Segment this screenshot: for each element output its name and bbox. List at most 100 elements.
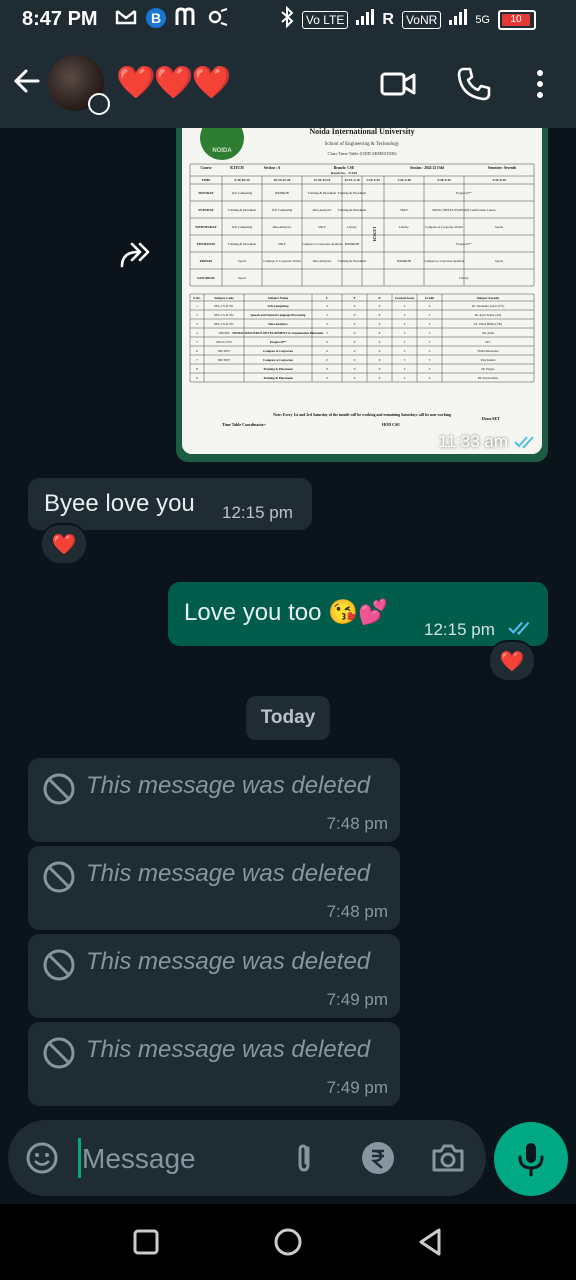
timetable-image[interactable]: NOIDA Noida International University Sch… [182, 128, 542, 454]
message-time: 7:49 pm [326, 1078, 388, 1097]
deleted-message[interactable]: This message was deleted 7:48 pm [28, 758, 400, 842]
contact-name[interactable]: ❤️❤️❤️ [116, 64, 232, 100]
mic-button[interactable] [494, 1122, 568, 1196]
image-message[interactable]: NOIDA Noida International University Sch… [176, 128, 548, 462]
document-text: 3:35-4:30 [492, 178, 506, 182]
document-text: Sports [495, 259, 504, 263]
emoji-icon[interactable] [24, 1140, 60, 1176]
document-text: TUESDAY [198, 208, 214, 212]
document-text: Soft Computing [267, 304, 289, 308]
document-text: MONDAY [198, 191, 214, 195]
back-icon[interactable] [414, 1226, 446, 1258]
svg-text:Note: Every 1st and 3rd Saturd: Note: Every 1st and 3rd Saturday of the … [273, 413, 451, 417]
message-time: 7:48 pm [326, 902, 388, 921]
document-text: Training & Placement [338, 259, 366, 263]
b-icon: B [145, 7, 167, 35]
document-text: HUMAN RESOURCE DEVELOPMENT & Organizatio… [232, 331, 324, 335]
document-text: Library [399, 225, 409, 229]
battery-icon: 10 [498, 9, 536, 30]
document-text: Compass to Corporate [263, 358, 294, 362]
recents-icon[interactable] [130, 1226, 162, 1258]
message-text: Love you too 😘💕 [184, 599, 388, 626]
deleted-text: This message was deleted [86, 772, 371, 799]
document-text: Mr Pragya [481, 367, 495, 371]
status-time: 8:47 PM [22, 8, 98, 30]
document-text: SATURDAY [197, 276, 216, 280]
document-text: PROJ-CS70 [216, 340, 232, 344]
status-clock-icon [88, 93, 110, 115]
heart-reaction: ❤️ [51, 533, 77, 556]
read-ticks-icon [508, 621, 530, 635]
document-text: SF1 [486, 340, 491, 344]
document-text: Soft Computing [232, 191, 253, 195]
message-time: 11:33 am [438, 432, 508, 451]
document-text: Sports [238, 259, 247, 263]
document-text: Sports [495, 225, 504, 229]
document-text: Dr. Vimal Bibhu (VB) [474, 322, 502, 326]
deleted-message[interactable]: This message was deleted 7:49 pm [28, 934, 400, 1018]
message-time: 7:49 pm [326, 990, 388, 1009]
deleted-message[interactable]: This message was deleted 7:48 pm [28, 846, 400, 930]
document-text: THURSDAY [197, 242, 216, 246]
reaction-badge[interactable]: ❤️ [488, 640, 536, 682]
bluetooth-icon [280, 5, 294, 33]
document-text: Training & Placement [228, 208, 256, 212]
deleted-icon [43, 861, 75, 893]
document-text: Training & Placement [338, 191, 366, 195]
m-icon [175, 7, 199, 35]
document-text: 12:15-1:10 [344, 178, 360, 182]
attach-icon[interactable] [286, 1140, 322, 1176]
document-text: Speech and Natural Language Processing [251, 313, 306, 317]
date-chip: Today [246, 696, 330, 740]
document-text: Room No. - N-105 [331, 171, 357, 175]
document-text: HRD&OB [345, 242, 359, 246]
reaction-badge[interactable]: ❤️ [40, 523, 88, 565]
signal-icon [356, 9, 375, 30]
back-arrow-icon[interactable] [12, 66, 42, 96]
chat-area[interactable]: NOIDA Noida International University Sch… [0, 128, 576, 1120]
settings-icon [207, 7, 229, 35]
deleted-icon [43, 773, 75, 805]
document-text: 10:25-11:20 [274, 178, 291, 182]
svg-text:B: B [151, 10, 161, 26]
outgoing-message[interactable]: Love you too 😘💕 12:15 pm [168, 582, 548, 646]
document-text: SNLP [278, 242, 286, 246]
more-options-icon[interactable] [522, 66, 558, 102]
document-text: SNLP [400, 208, 408, 212]
document-text: HRD&OB [275, 191, 289, 195]
document-text: Project-II** [270, 340, 287, 344]
document-text: TIME [201, 178, 211, 182]
document-text: Project-II** [456, 242, 472, 246]
document-text: Mr Pawan Dutta [478, 376, 499, 380]
document-text: Session : 2024-25 Odd [410, 166, 444, 170]
document-text: 11:20-12:15 [314, 178, 331, 182]
gmail-icon [115, 7, 137, 35]
document-text: Varu Kumar [480, 358, 495, 362]
document-text: S.No. [193, 296, 201, 300]
document-text: Training & Placement [228, 242, 256, 246]
document-text: B.TECH [230, 166, 244, 170]
video-call-icon[interactable] [380, 66, 416, 102]
document-text: WEDNESDAY [195, 225, 217, 229]
forward-icon[interactable] [118, 240, 154, 270]
document-text: Compass to Corporate Aptitude [302, 242, 343, 246]
document-text: Course [201, 166, 212, 170]
home-icon[interactable] [272, 1226, 304, 1258]
phone-call-icon[interactable] [456, 66, 492, 102]
document-text: NIUTP07 [218, 358, 231, 362]
message-text: Byee love you [44, 490, 195, 517]
vonr-badge: VoNR [401, 10, 442, 29]
roaming-label: R [382, 10, 394, 28]
document-text: OEC002 [219, 331, 230, 335]
deleted-message[interactable]: This message was deleted 7:49 pm [28, 1022, 400, 1106]
document-text: Vibha Khurendra [477, 349, 499, 353]
svg-text:Class Time Table (ODD SEMESTER: Class Time Table (ODD SEMESTER) [327, 151, 397, 156]
message-input[interactable] [80, 1136, 264, 1182]
mic-icon [518, 1143, 544, 1177]
message-time: 7:48 pm [326, 814, 388, 833]
payment-rupee-icon[interactable] [360, 1140, 396, 1176]
document-text: Subject Name [268, 296, 289, 300]
avatar[interactable] [48, 55, 110, 115]
navigation-bar [0, 1204, 576, 1280]
camera-icon[interactable] [430, 1140, 466, 1176]
